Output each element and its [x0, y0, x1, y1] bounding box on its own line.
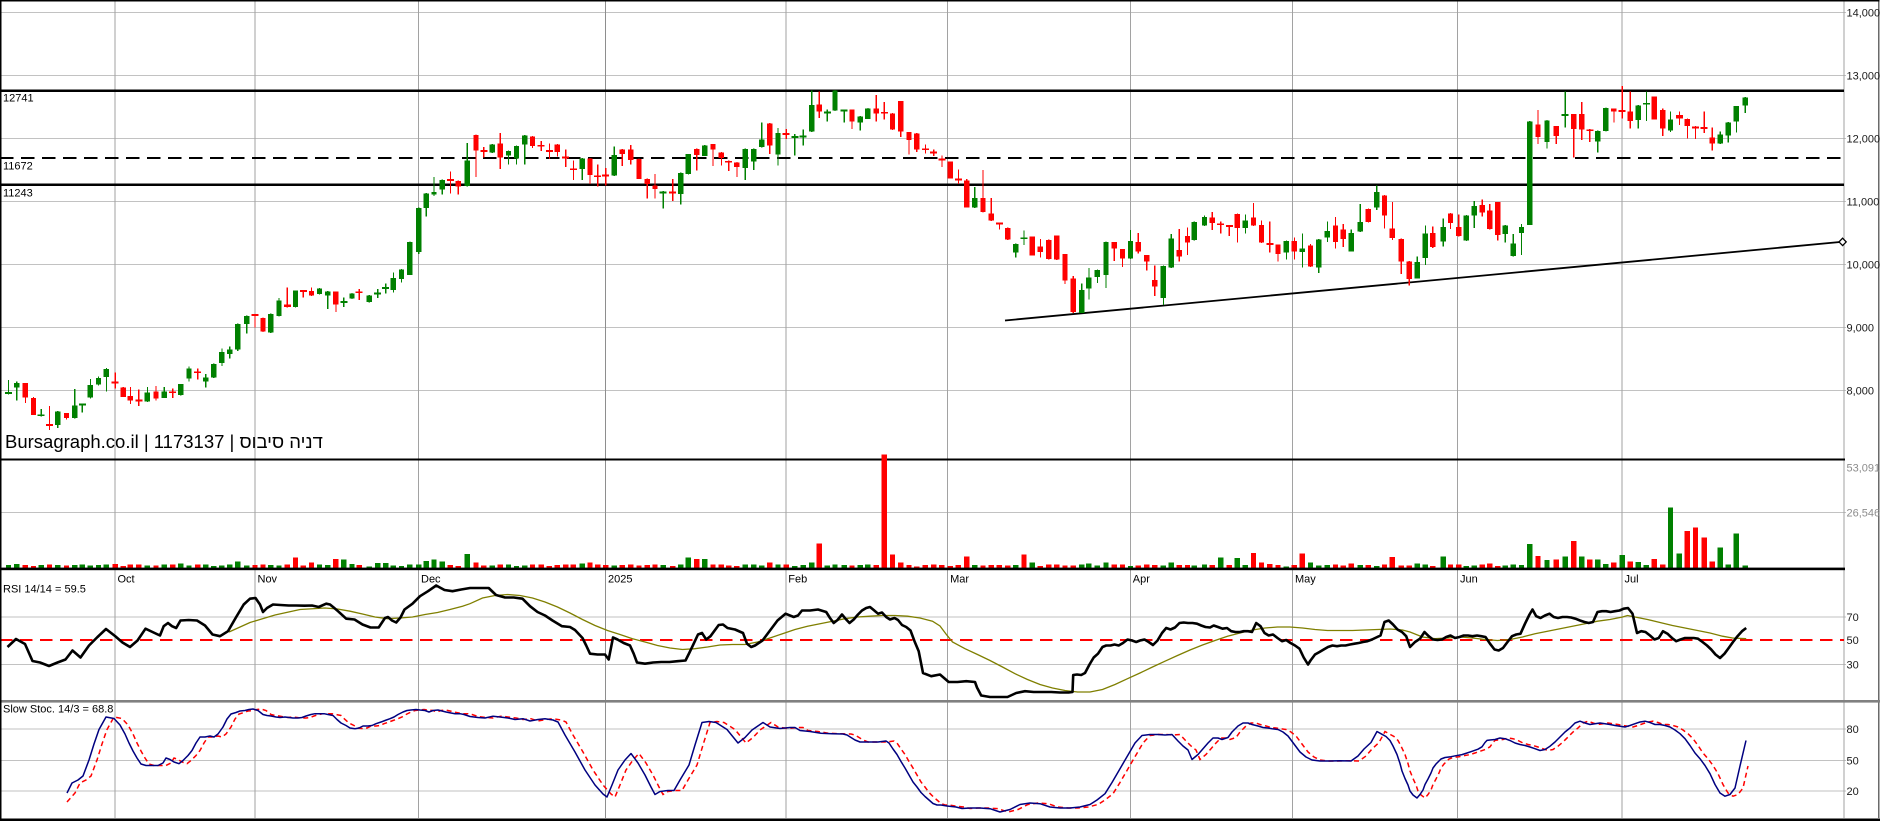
- svg-text:10,000: 10,000: [1847, 260, 1880, 272]
- svg-text:70: 70: [1847, 612, 1859, 624]
- svg-text:80: 80: [1847, 724, 1859, 736]
- svg-text:9,000: 9,000: [1847, 323, 1875, 335]
- svg-text:11243: 11243: [3, 188, 33, 200]
- svg-text:11672: 11672: [3, 161, 33, 173]
- svg-text:Oct: Oct: [118, 574, 135, 586]
- svg-text:11,000: 11,000: [1847, 197, 1880, 209]
- svg-text:May: May: [1295, 574, 1316, 586]
- svg-text:Jul: Jul: [1625, 574, 1639, 586]
- svg-text:26,546: 26,546: [1847, 508, 1880, 520]
- svg-text:8,000: 8,000: [1847, 386, 1875, 398]
- svg-text:14,000: 14,000: [1847, 8, 1880, 20]
- svg-text:12741: 12741: [3, 93, 34, 105]
- svg-text:Slow Stoc. 14/3 = 68.8: Slow Stoc. 14/3 = 68.8: [3, 704, 113, 716]
- svg-text:50: 50: [1847, 635, 1859, 647]
- svg-text:50: 50: [1847, 756, 1859, 768]
- svg-text:Bursagraph.co.il | 1173137 | ד: Bursagraph.co.il | 1173137 | דניה סיבוס: [5, 431, 323, 452]
- svg-text:12,000: 12,000: [1847, 134, 1880, 146]
- svg-text:RSI 14/14 = 59.5: RSI 14/14 = 59.5: [3, 584, 86, 596]
- svg-text:53,091: 53,091: [1847, 463, 1880, 475]
- svg-text:2025: 2025: [608, 574, 632, 586]
- svg-text:Nov: Nov: [258, 574, 278, 586]
- svg-text:13,000: 13,000: [1847, 71, 1880, 83]
- svg-text:Feb: Feb: [788, 574, 807, 586]
- svg-text:Mar: Mar: [950, 574, 969, 586]
- svg-text:Dec: Dec: [421, 574, 441, 586]
- svg-text:30: 30: [1847, 660, 1859, 672]
- svg-text:20: 20: [1847, 786, 1859, 798]
- svg-text:Apr: Apr: [1133, 574, 1150, 586]
- svg-text:Jun: Jun: [1460, 574, 1478, 586]
